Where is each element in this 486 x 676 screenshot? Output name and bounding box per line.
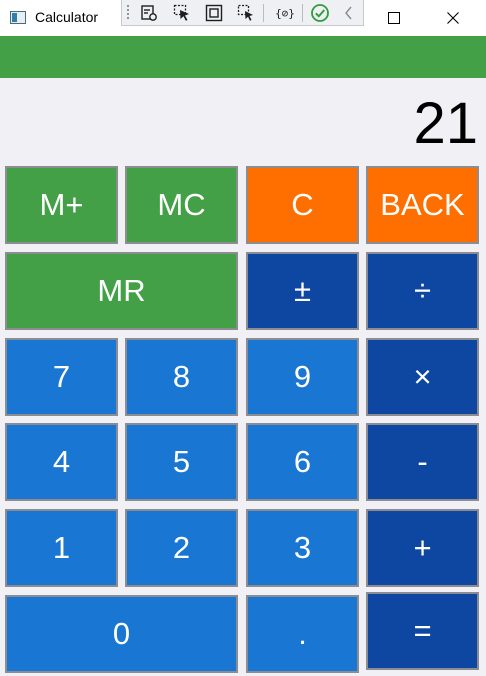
digit-7-button[interactable]: 7 <box>5 338 118 416</box>
result-display: 21 <box>0 78 486 160</box>
digit-3-button[interactable]: 3 <box>246 509 359 587</box>
title-bar: Calculator {⊘} <box>0 0 486 35</box>
toolbar-separator <box>263 4 264 22</box>
digit-0-button[interactable]: 0 <box>5 595 238 673</box>
digit-5-button[interactable]: 5 <box>125 423 238 501</box>
multiply-button[interactable]: × <box>366 338 479 416</box>
digit-6-button[interactable]: 6 <box>246 423 359 501</box>
live-visual-tree-icon[interactable] <box>139 3 159 23</box>
close-icon <box>447 11 459 24</box>
window-title: Calculator <box>35 9 99 25</box>
track-focus-icon[interactable] <box>236 3 256 23</box>
memory-add-button[interactable]: M+ <box>5 166 118 244</box>
digit-1-button[interactable]: 1 <box>5 509 118 587</box>
svg-text:{⊘}: {⊘} <box>276 7 294 20</box>
app-icon <box>10 11 26 24</box>
digit-2-button[interactable]: 2 <box>125 509 238 587</box>
binding-failures-icon[interactable]: {⊘} <box>275 3 295 23</box>
collapse-toolbar-icon[interactable] <box>339 3 359 23</box>
equals-button[interactable]: = <box>366 592 479 670</box>
memory-clear-button[interactable]: MC <box>125 166 238 244</box>
maximize-button[interactable] <box>371 0 417 35</box>
divide-button[interactable]: ÷ <box>366 252 479 330</box>
subtract-button[interactable]: - <box>366 423 479 501</box>
clear-button[interactable]: C <box>246 166 359 244</box>
decimal-point-button[interactable]: . <box>246 595 359 673</box>
display-layout-adorners-icon[interactable] <box>204 3 224 23</box>
backspace-button[interactable]: BACK <box>366 166 479 244</box>
memory-recall-button[interactable]: MR <box>5 252 238 330</box>
select-element-icon[interactable] <box>172 3 192 23</box>
digit-4-button[interactable]: 4 <box>5 423 118 501</box>
display-value: 21 <box>413 91 478 156</box>
digit-9-button[interactable]: 9 <box>246 338 359 416</box>
close-button[interactable] <box>430 0 476 35</box>
plus-minus-button[interactable]: ± <box>246 252 359 330</box>
add-button[interactable]: + <box>366 509 479 587</box>
header-accent-bar <box>0 36 486 78</box>
hot-reload-ok-icon[interactable] <box>310 3 330 23</box>
maximize-icon <box>388 11 400 24</box>
toolbar-grip-icon[interactable] <box>126 4 130 21</box>
keypad: M+ MC C BACK MR ± ÷ 7 8 9 × 4 5 6 - 1 2 … <box>0 160 486 676</box>
toolbar-separator <box>302 4 303 22</box>
digit-8-button[interactable]: 8 <box>125 338 238 416</box>
xaml-debug-toolbar: {⊘} <box>121 0 364 26</box>
